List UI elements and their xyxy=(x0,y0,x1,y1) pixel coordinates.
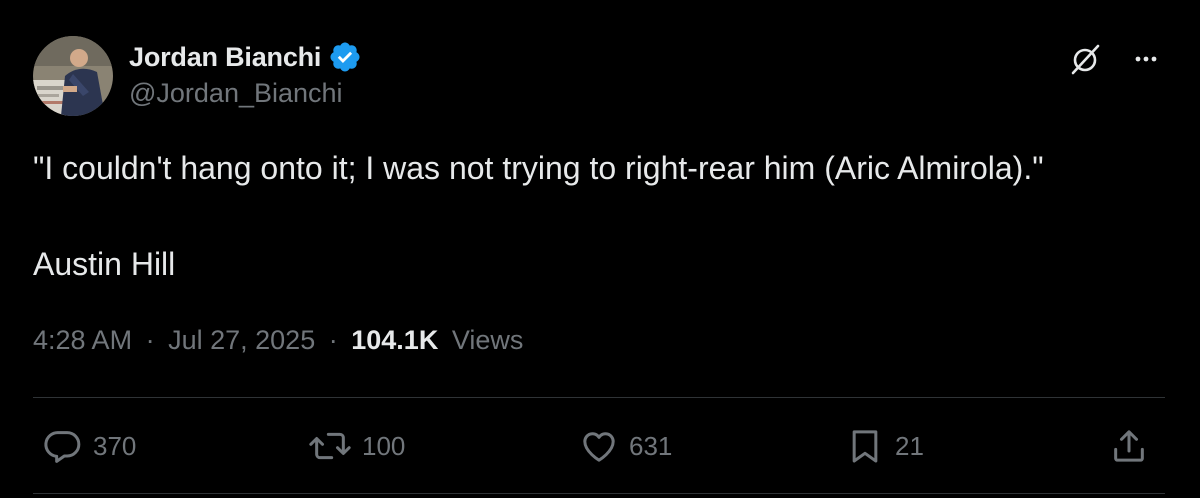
display-name[interactable]: Jordan Bianchi xyxy=(129,42,321,73)
verified-badge-icon xyxy=(328,40,362,74)
views-count: 104.1K xyxy=(351,325,439,355)
top-actions xyxy=(1065,38,1167,80)
like-count: 631 xyxy=(629,430,673,461)
name-row: Jordan Bianchi xyxy=(129,38,362,76)
like-button[interactable]: 631 xyxy=(579,424,672,468)
like-icon xyxy=(579,426,619,466)
handle[interactable]: @Jordan_Bianchi xyxy=(129,78,362,109)
avatar-image xyxy=(33,36,113,116)
repost-button[interactable]: 100 xyxy=(308,424,405,468)
tweet-text: "I couldn't hang onto it; I was not tryi… xyxy=(33,148,1163,284)
repost-count: 100 xyxy=(362,430,406,461)
action-bar: 370 100 631 21 xyxy=(33,424,1165,468)
bookmark-count: 21 xyxy=(895,430,924,461)
meta-separator: · xyxy=(328,325,338,355)
share-icon xyxy=(1109,426,1149,466)
bottom-divider xyxy=(33,493,1165,494)
grok-icon[interactable] xyxy=(1065,38,1107,80)
tweet-time[interactable]: 4:28 AM xyxy=(33,325,132,355)
share-button[interactable] xyxy=(1109,424,1149,468)
tweet-date[interactable]: Jul 27, 2025 xyxy=(168,325,315,355)
meta-separator: · xyxy=(145,325,155,355)
reply-count: 370 xyxy=(93,430,137,461)
tweet-text-line-1: "I couldn't hang onto it; I was not tryi… xyxy=(33,150,1044,186)
reply-button[interactable]: 370 xyxy=(43,424,136,468)
author-block: Jordan Bianchi @Jordan_Bianchi xyxy=(129,38,362,109)
views-label: Views xyxy=(451,325,524,355)
tweet-meta: 4:28 AM · Jul 27, 2025 · 104.1K Views xyxy=(33,325,523,356)
divider xyxy=(33,397,1165,398)
bookmark-icon xyxy=(845,426,885,466)
tweet-text-line-2: Austin Hill xyxy=(33,246,176,282)
tweet-card: Jordan Bianchi @Jordan_Bianchi "I couldn… xyxy=(0,0,1200,498)
more-icon[interactable] xyxy=(1125,38,1167,80)
reply-icon xyxy=(43,426,83,466)
bookmark-button[interactable]: 21 xyxy=(845,424,924,468)
avatar[interactable] xyxy=(33,36,113,116)
repost-icon xyxy=(308,426,352,466)
